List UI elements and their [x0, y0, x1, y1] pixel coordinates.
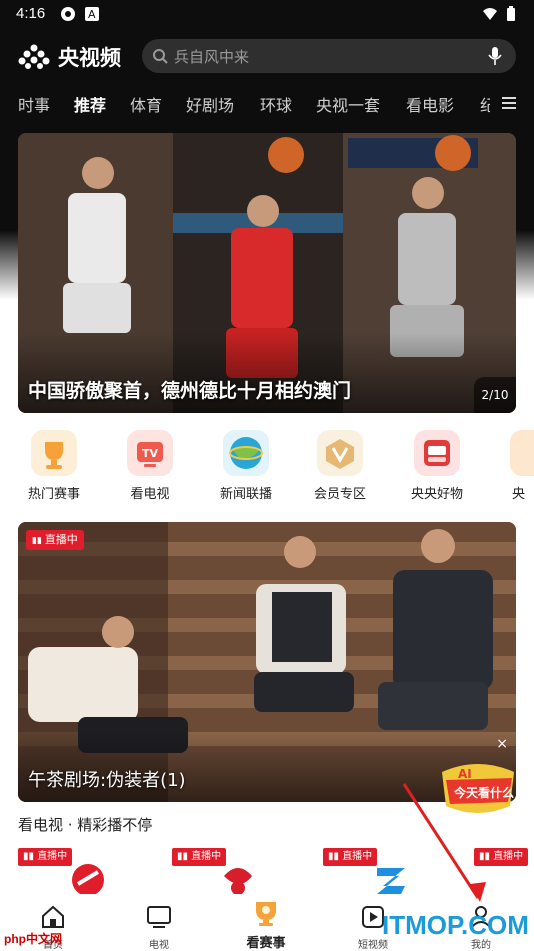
channel-card[interactable]: ▮▮ 直播中: [172, 848, 256, 895]
shop-icon: [414, 430, 460, 476]
tab-partial[interactable]: 纪: [480, 92, 490, 116]
tab-yangshiyitao[interactable]: 央视一套: [316, 92, 380, 116]
tab-kandianying[interactable]: 看电影: [406, 92, 454, 116]
tv-icon: TV: [127, 430, 173, 476]
channel-logo-icon: [224, 868, 252, 895]
hero-image: [18, 133, 516, 413]
close-icon[interactable]: ×: [496, 736, 508, 752]
nav-label: 电视: [149, 940, 169, 951]
quick-label: 央央好物: [410, 487, 463, 502]
wifi-icon: [483, 8, 497, 20]
tab-haojuchang[interactable]: 好剧场: [186, 92, 234, 116]
nav-events[interactable]: 看赛事: [231, 900, 301, 951]
quick-label: 会员专区: [313, 487, 366, 502]
tv-icon: [147, 906, 171, 928]
status-time: 4:16: [16, 5, 46, 22]
watermark-left: php中文网: [4, 932, 62, 946]
channel-tabs: 时事 推荐 体育 好剧场 环球 央视一套 看电影 纪: [0, 88, 534, 118]
live-badge: ▮▮ 直播中: [323, 848, 378, 866]
quick-news[interactable]: 新闻联播: [206, 430, 286, 502]
app-notification-icon: [61, 7, 75, 21]
quick-label: 看电视: [130, 487, 170, 502]
quick-goods[interactable]: 央央好物: [397, 430, 477, 502]
tab-tuijian[interactable]: 推荐: [74, 92, 106, 116]
live-bars-icon: ▮▮: [32, 536, 45, 546]
red-arrow-annotation: [402, 783, 486, 902]
app-name: 央视频: [58, 46, 121, 70]
tab-tiyu[interactable]: 体育: [130, 92, 162, 116]
menu-icon[interactable]: [502, 96, 516, 110]
vip-icon: [317, 430, 363, 476]
trophy-icon: [256, 902, 276, 926]
app-logo-icon: [18, 44, 50, 69]
battery-icon: [507, 6, 515, 21]
svg-text:AI: AI: [458, 767, 472, 781]
home-icon: [42, 905, 64, 928]
nav-label: 看赛事: [246, 936, 286, 951]
hero-caption: 中国骄傲聚首，德州德比十月相约澳门: [28, 380, 352, 402]
tab-shishi[interactable]: 时事: [18, 92, 50, 116]
search-bar[interactable]: 兵自风中来: [142, 39, 516, 73]
live-badge: ▮▮ 直播中: [26, 530, 84, 550]
watermark-right: ITMOP.COM: [382, 910, 529, 940]
quick-hot-events[interactable]: 热门赛事: [14, 430, 94, 502]
quick-label: 央: [512, 487, 526, 502]
live-badge-text: 直播中: [44, 533, 78, 546]
quick-label: 热门赛事: [27, 487, 80, 502]
quick-watch-tv[interactable]: TV 看电视: [110, 430, 190, 502]
svg-text:A: A: [88, 8, 96, 21]
search-icon: [153, 49, 168, 64]
channel-card[interactable]: ▮▮ 直播中: [18, 848, 104, 896]
quick-access-row: 热门赛事 TV 看电视 新闻联播 会员专区 央央好物 央: [0, 430, 534, 510]
microphone-icon[interactable]: [488, 46, 502, 66]
live-badge: ▮▮ 直播中: [172, 848, 227, 866]
channel-logo-icon: [72, 864, 104, 896]
channel-card[interactable]: ▮▮ 直播中: [323, 848, 407, 894]
svg-text:TV: TV: [142, 447, 159, 460]
quick-label: 新闻联播: [219, 487, 272, 502]
live-title: 午茶剧场:伪装者(1): [28, 770, 186, 791]
trophy-icon: [31, 430, 77, 476]
search-placeholder: 兵自风中来: [174, 48, 250, 66]
live-badge: ▮▮ 直播中: [18, 848, 73, 866]
partial-icon: [510, 430, 534, 476]
tab-huanqiu[interactable]: 环球: [260, 92, 292, 116]
app-header: 央视频 兵自风中来: [0, 36, 534, 76]
quick-vip[interactable]: 会员专区: [300, 430, 380, 502]
nav-tv[interactable]: 电视: [124, 904, 194, 951]
section-title: 看电视 · 精彩播不停: [18, 816, 153, 834]
a-notification-icon: A: [85, 7, 99, 21]
quick-partial[interactable]: 央: [492, 430, 534, 502]
hero-page-indicator: 2/10: [474, 377, 516, 413]
status-bar: 4:16 A: [0, 0, 534, 28]
globe-icon: [223, 430, 269, 476]
hero-banner[interactable]: 中国骄傲聚首，德州德比十月相约澳门 2/10: [18, 133, 516, 413]
